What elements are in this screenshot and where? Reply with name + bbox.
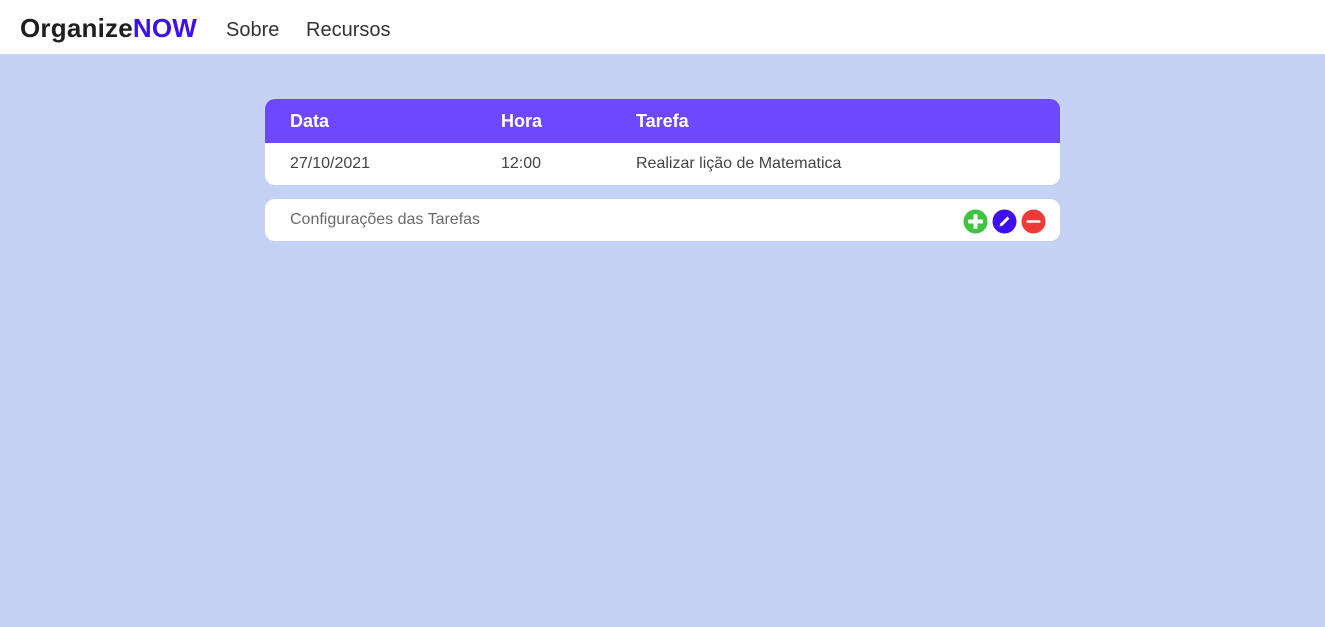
- add-task-button[interactable]: [963, 209, 988, 234]
- plus-icon: [963, 209, 988, 234]
- column-header-data: Data: [290, 111, 330, 131]
- column-header-tarefa: Tarefa: [636, 111, 689, 131]
- settings-label: Configurações das Tarefas: [290, 211, 481, 228]
- cell-hora: 12:00: [501, 155, 542, 172]
- pencil-icon: [992, 209, 1017, 234]
- edit-task-button[interactable]: [992, 209, 1017, 234]
- brand-logo[interactable]: OrganizeNOW: [20, 12, 197, 44]
- brand-main: Organize: [20, 13, 133, 43]
- cell-tarefa: Realizar lição de Matematica: [636, 155, 842, 172]
- remove-task-button[interactable]: [1021, 209, 1046, 234]
- table-header: Data Hora Tarefa: [265, 99, 1060, 143]
- column-header-hora: Hora: [501, 111, 543, 131]
- nav-link-sobre[interactable]: Sobre: [226, 17, 279, 43]
- navbar: OrganizeNOW Sobre Recursos: [0, 0, 1325, 54]
- brand-accent: NOW: [132, 13, 197, 43]
- cell-data: 27/10/2021: [290, 155, 371, 172]
- minus-icon: [1021, 209, 1046, 234]
- nav-link-recursos[interactable]: Recursos: [306, 17, 390, 43]
- table-row[interactable]: 27/10/2021 12:00 Realizar lição de Matem…: [265, 143, 1060, 185]
- task-table: Data Hora Tarefa 27/10/2021 12:00 Realiz…: [265, 99, 1060, 185]
- task-settings-bar: Configurações das Tarefas: [265, 199, 1060, 241]
